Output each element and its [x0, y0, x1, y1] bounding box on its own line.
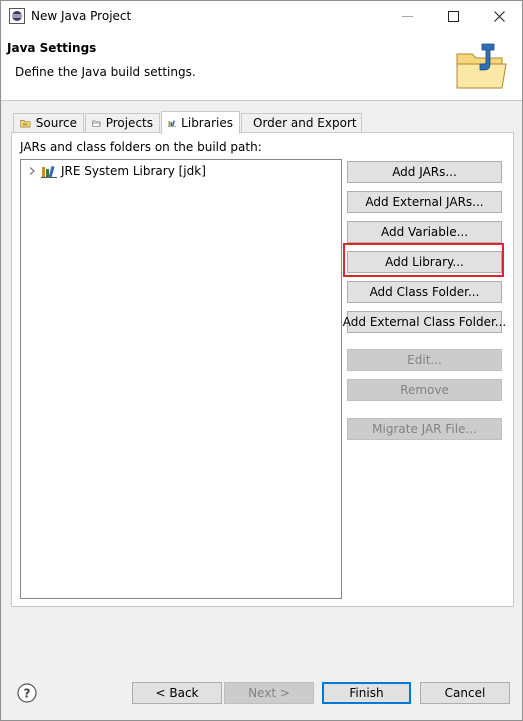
finish-button[interactable]: Finish: [322, 682, 411, 704]
tab-libraries[interactable]: Libraries: [161, 111, 240, 134]
tab-label: Projects: [105, 116, 153, 130]
add-jars-button[interactable]: Add JARs...: [347, 161, 502, 183]
source-folder-icon: [20, 120, 31, 128]
tab-label: Libraries: [181, 116, 233, 130]
minimize-button[interactable]: [384, 1, 430, 32]
maximize-button[interactable]: [430, 1, 476, 32]
title-bar: New Java Project: [1, 1, 522, 32]
svg-text:?: ?: [24, 687, 31, 701]
add-variable-button[interactable]: Add Variable...: [347, 221, 502, 243]
tab-source[interactable]: Source: [13, 113, 84, 132]
add-class-folder-button[interactable]: Add Class Folder...: [347, 281, 502, 303]
window-title: New Java Project: [31, 9, 132, 23]
edit-button[interactable]: Edit...: [347, 349, 502, 371]
migrate-jar-file-button[interactable]: Migrate JAR File...: [347, 418, 502, 440]
tree-item-jre-system-library[interactable]: JRE System Library [jdk]: [27, 164, 206, 178]
chevron-right-icon[interactable]: [27, 166, 37, 176]
next-button[interactable]: Next >: [224, 682, 314, 704]
tab-label: Source: [35, 116, 77, 130]
close-icon: [493, 11, 505, 22]
add-external-class-folder-button[interactable]: Add External Class Folder...: [343, 311, 506, 333]
tab-order-and-export[interactable]: Order and Export: [241, 113, 362, 132]
add-library-button[interactable]: Add Library...: [347, 251, 502, 273]
projects-folder-icon: [92, 120, 101, 127]
page-description: Define the Java build settings.: [15, 65, 196, 79]
maximize-icon: [447, 11, 459, 22]
build-path-label: JARs and class folders on the build path…: [20, 140, 262, 154]
new-java-project-dialog: New Java Project Java Settings Define th…: [0, 0, 523, 721]
add-external-jars-button[interactable]: Add External JARs...: [347, 191, 502, 213]
page-title: Java Settings: [7, 41, 97, 55]
close-button[interactable]: [476, 1, 522, 32]
libraries-panel: JARs and class folders on the build path…: [11, 132, 514, 607]
cancel-button[interactable]: Cancel: [420, 682, 510, 704]
eclipse-app-icon: [9, 8, 25, 24]
help-icon[interactable]: ?: [17, 683, 37, 703]
build-path-tree[interactable]: JRE System Library [jdk]: [20, 159, 342, 599]
java-project-folder-icon: [456, 43, 507, 89]
tab-label: Order and Export: [253, 116, 357, 130]
tree-item-label: JRE System Library [jdk]: [61, 164, 206, 178]
minimize-icon: [401, 16, 413, 17]
wizard-header: Java Settings Define the Java build sett…: [1, 32, 522, 101]
libraries-icon: [168, 120, 177, 127]
library-icon: [41, 165, 57, 178]
back-button[interactable]: < Back: [132, 682, 222, 704]
tab-projects[interactable]: Projects: [85, 113, 160, 132]
remove-button[interactable]: Remove: [347, 379, 502, 401]
